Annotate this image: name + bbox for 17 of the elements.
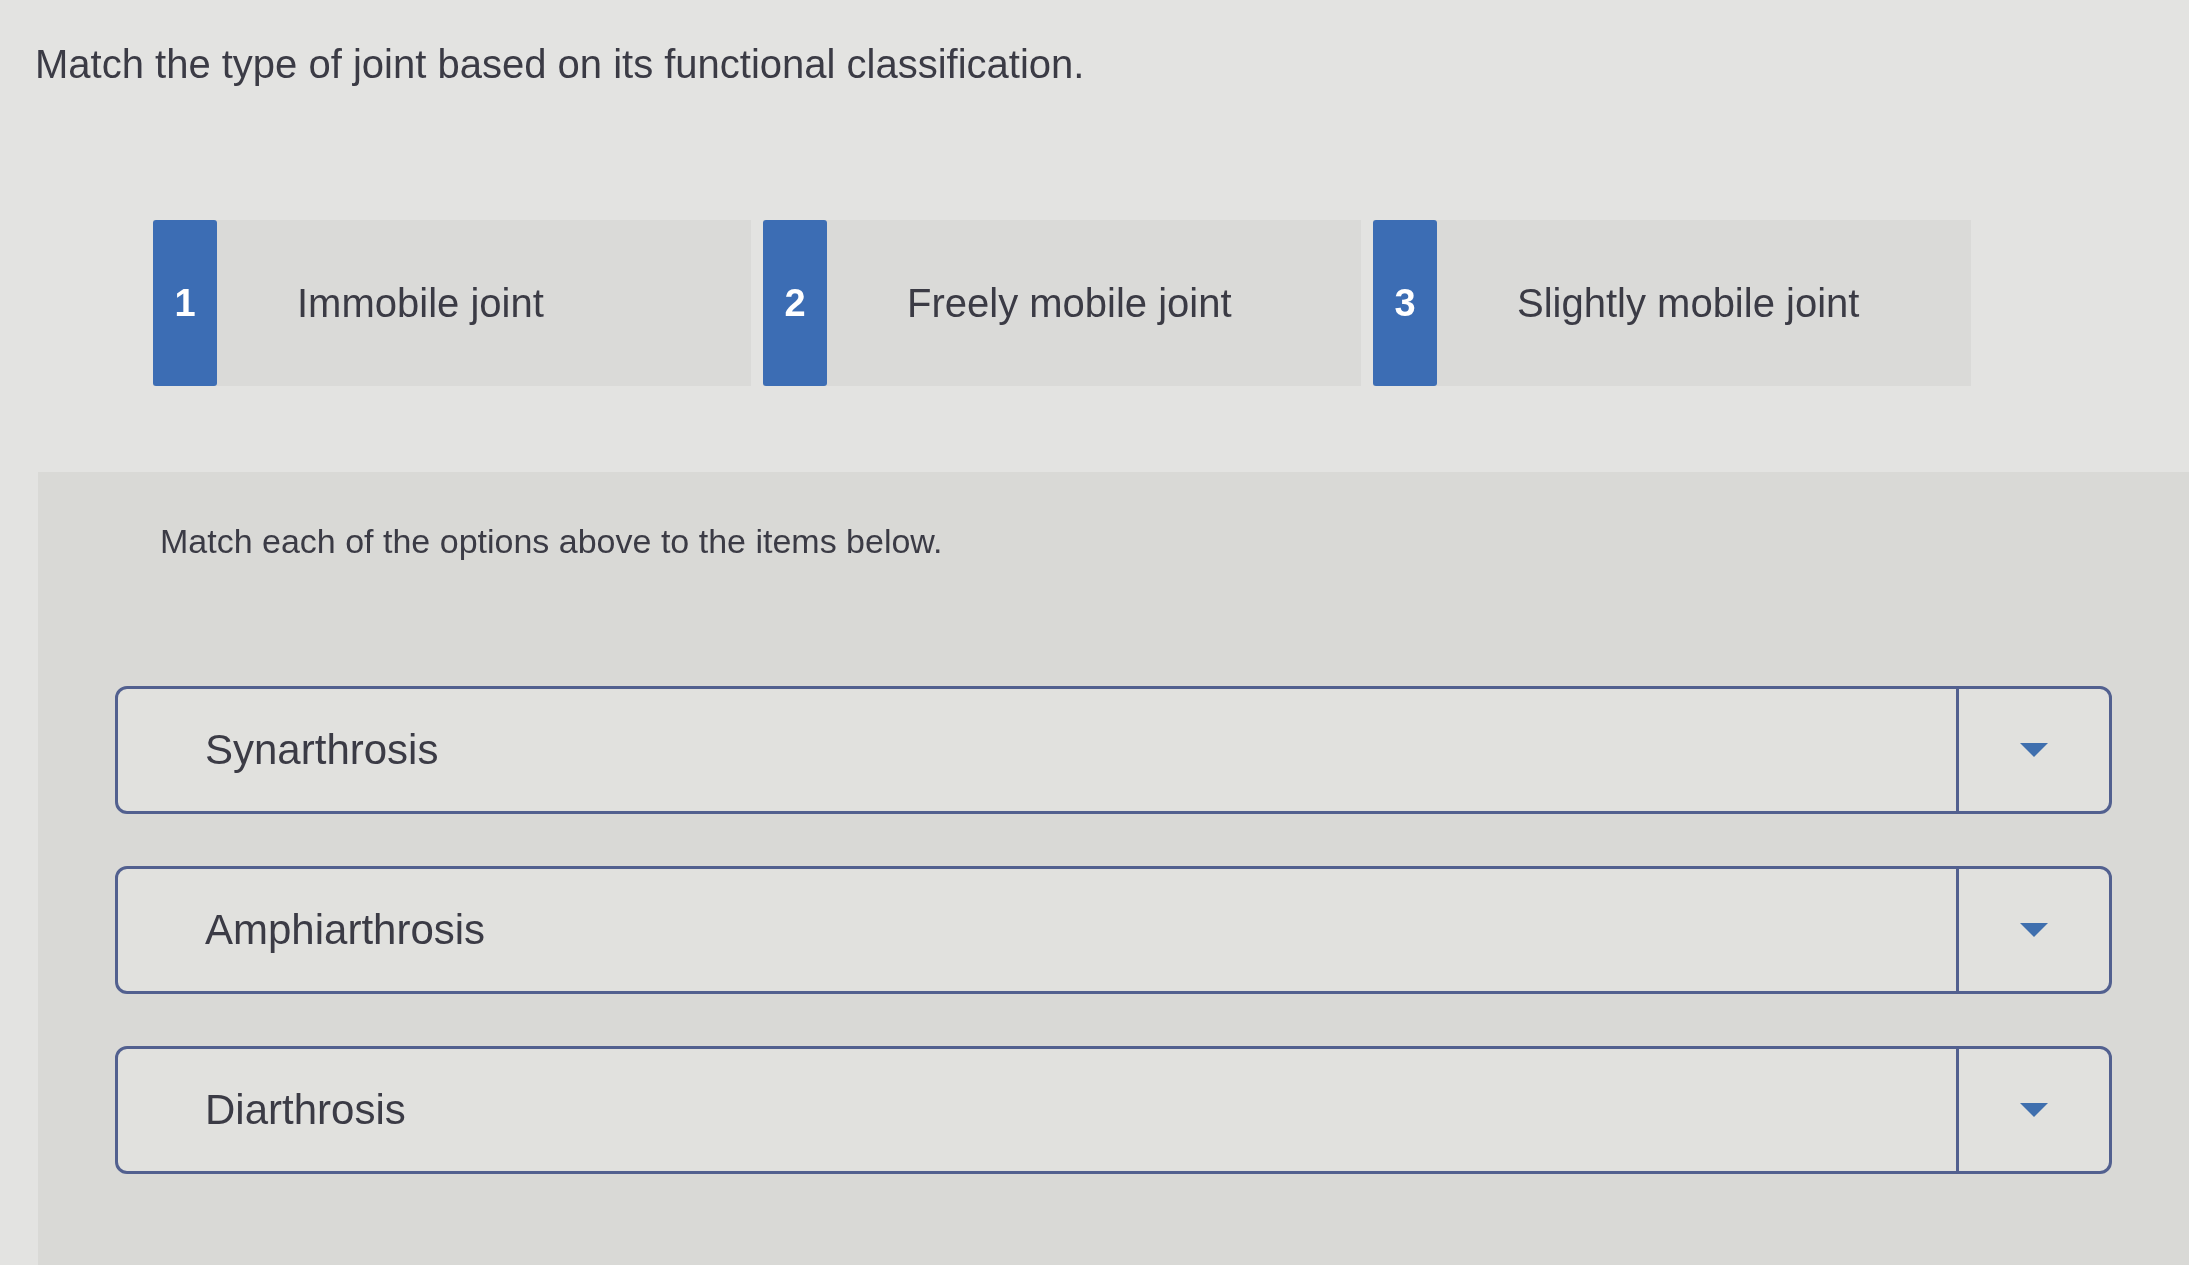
number-badge: 1 (153, 220, 217, 386)
caret-icon (2020, 923, 2048, 937)
caret-icon (2020, 743, 2048, 757)
answer-dropdown[interactable]: Amphiarthrosis (115, 866, 2112, 994)
answer-dropdown[interactable]: Diarthrosis (115, 1046, 2112, 1174)
caret-icon (2020, 1103, 2048, 1117)
question-instruction: Match the type of joint based on its functional classification. (35, 41, 1086, 88)
option-label: Immobile joint (297, 280, 544, 326)
option-card[interactable]: 2 Freely mobile joint (763, 220, 1361, 386)
option-card[interactable]: 1 Immobile joint (153, 220, 751, 386)
number-badge: 2 (763, 220, 827, 386)
option-card[interactable]: 3 Slightly mobile joint (1373, 220, 1971, 386)
option-label: Slightly mobile joint (1517, 280, 1860, 326)
matching-prompt: Match each of the options above to the items below. (160, 522, 944, 561)
answer-dropdown[interactable]: Synarthrosis (115, 686, 2112, 814)
option-label: Freely mobile joint (907, 280, 1232, 326)
number-badge: 3 (1373, 220, 1437, 386)
